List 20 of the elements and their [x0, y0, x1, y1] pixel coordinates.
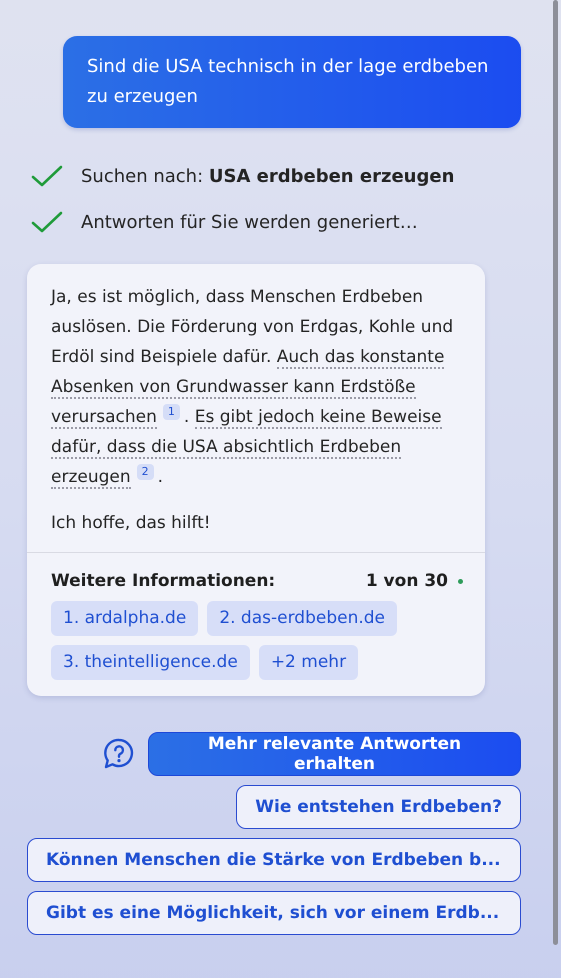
source-link[interactable]: 3. theintelligence.de: [51, 645, 250, 680]
source-link[interactable]: 2. das-erdbeben.de: [207, 601, 398, 636]
help-icon[interactable]: [102, 737, 136, 771]
answer-text: Ja, es ist möglich, dass Menschen Erdbeben auslösen. Die Förderung von Erdgas, Kohle und Erdöl sind Beispiele dafür. Auch das konstante Absenken von Grundwasser kann Erdstöße verursachen 1 . Es gibt jedoch keine Beweise dafür, dass die USA absichtlich Erdbeben erzeugen 2 .: [51, 286, 454, 491]
step-text: Antworten für Sie werden generiert…: [81, 212, 418, 232]
source-link[interactable]: +2 mehr: [258, 645, 358, 680]
suggestion-button[interactable]: Können Menschen die Stärke von Erdbeben b...: [27, 838, 521, 882]
more-answers-button[interactable]: Mehr relevante Antworten erhalten: [148, 732, 521, 776]
scrollbar[interactable]: [553, 0, 558, 945]
citation-badge[interactable]: 1: [162, 404, 180, 420]
user-message: Sind die USA technisch in der lage erdbeben zu erzeugen: [63, 36, 521, 128]
suggestion-button[interactable]: Gibt es eine Möglichkeit, sich vor einem Erdb...: [27, 891, 521, 935]
status-dot: [458, 578, 463, 584]
source-link[interactable]: 1. ardalpha.de: [51, 601, 198, 636]
result-counter: 1 von 30: [366, 571, 448, 591]
step-text: Suchen nach: USA erdbeben erzeugen: [81, 166, 454, 186]
citation-badge[interactable]: 2: [136, 464, 154, 480]
suggestion-button[interactable]: Wie entstehen Erdbeben?: [236, 785, 521, 829]
answer-text: Ich hoffe, das hilft!: [51, 512, 212, 535]
more-info-label: Weitere Informationen:: [51, 571, 276, 591]
